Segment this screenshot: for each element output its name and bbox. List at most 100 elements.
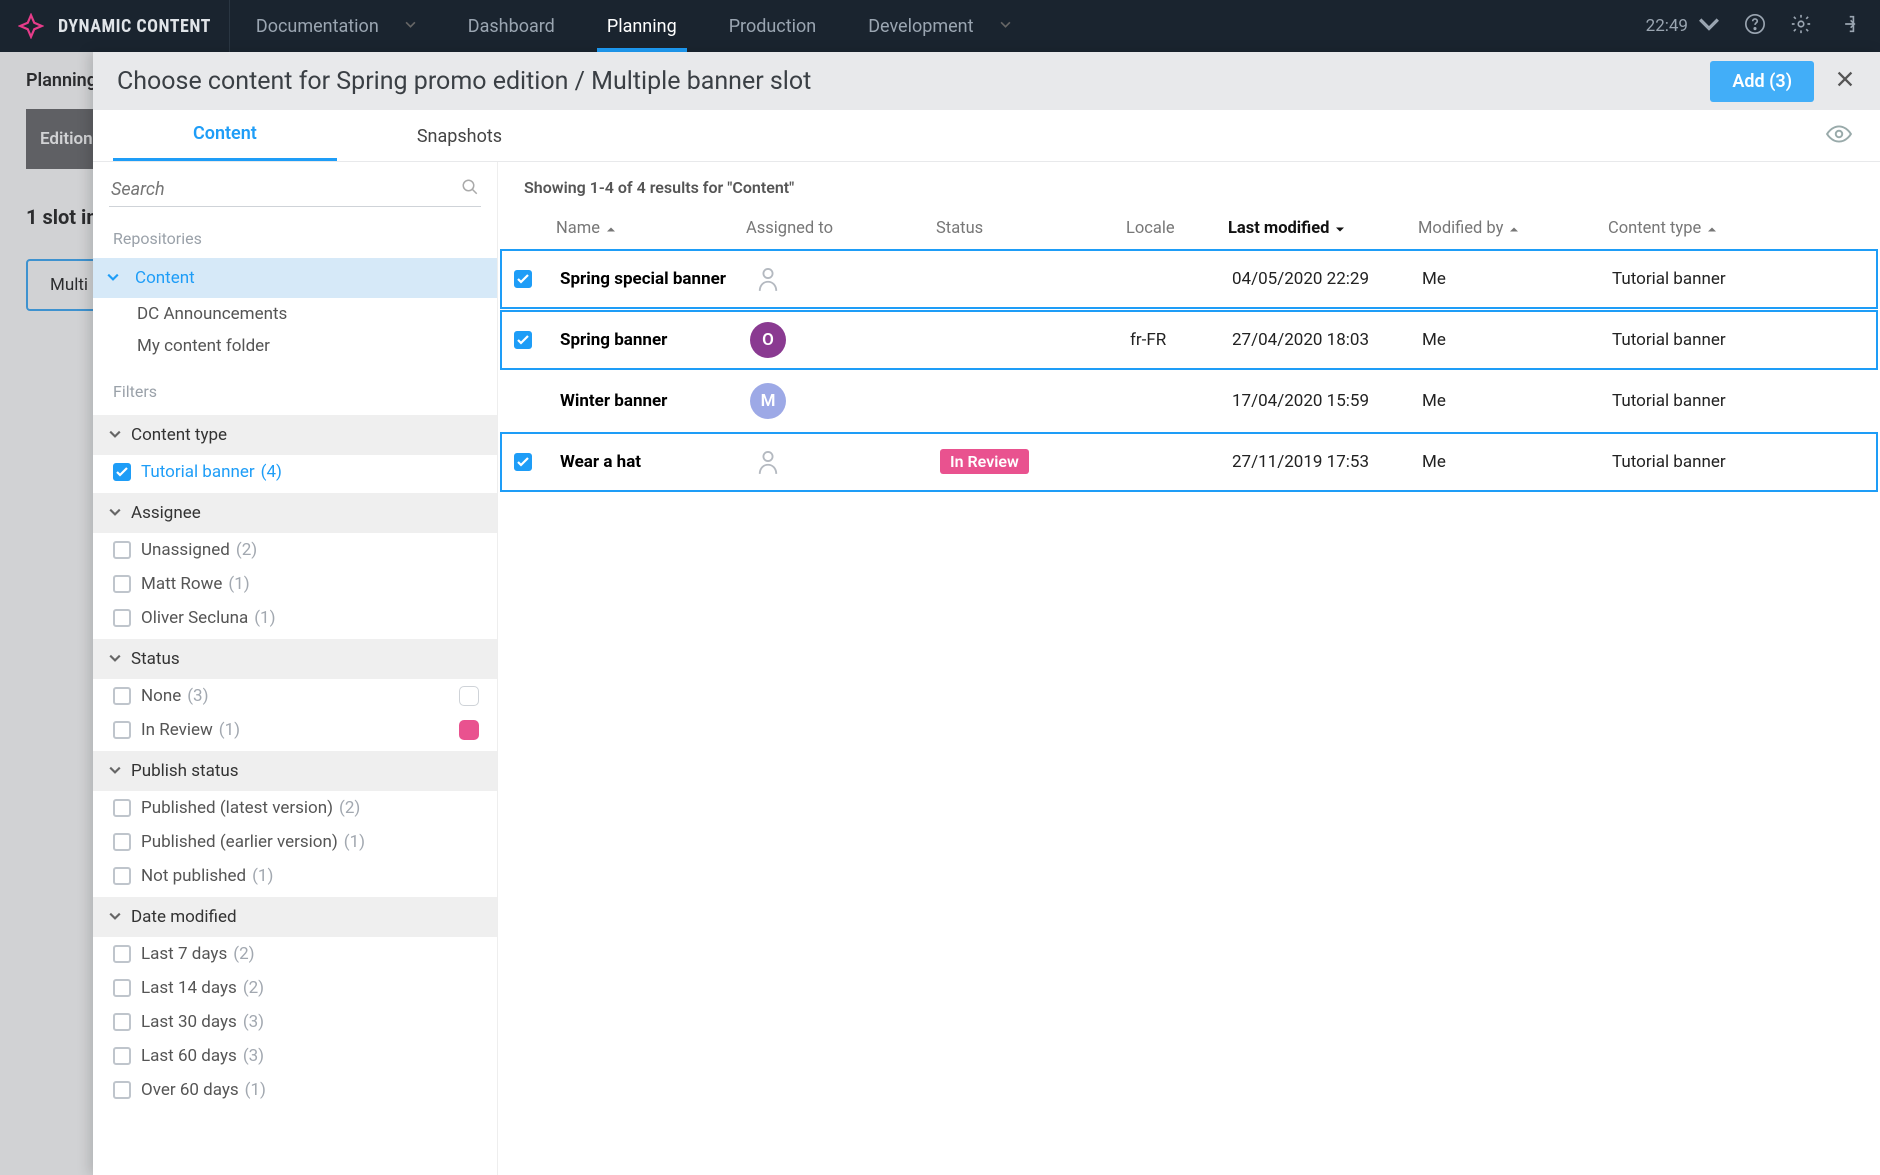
row-checkbox[interactable] [514,270,532,288]
table-row[interactable]: Winter bannerM17/04/2020 15:59MeTutorial… [500,371,1878,431]
nav-development[interactable]: Development [842,0,1036,52]
add-button[interactable]: Add (3) [1710,61,1814,102]
checkbox[interactable] [113,575,131,593]
checkbox[interactable] [113,687,131,705]
nav-planning[interactable]: Planning [581,0,703,52]
avatar: O [750,322,786,358]
col-assigned-to[interactable]: Assigned to [746,219,936,238]
filter-option[interactable]: Unassigned (2) [93,533,497,567]
tab-content[interactable]: Content [113,109,337,161]
nav-dashboard-label: Dashboard [468,16,555,37]
filter-option-count: (3) [187,686,208,706]
checkbox[interactable] [113,945,131,963]
filter-option[interactable]: Last 30 days(3) [93,1005,497,1039]
checkbox[interactable] [113,799,131,817]
checkbox[interactable] [113,541,131,559]
filter-option-label: Tutorial banner [141,462,255,482]
col-locale[interactable]: Locale [1126,219,1228,238]
table-row[interactable]: Spring special banner04/05/2020 22:29MeT… [500,249,1878,309]
chevron-down-icon [405,19,416,33]
main-nav: Documentation Dashboard Planning Product… [230,0,1037,52]
chevron-down-icon [109,425,131,445]
chevron-down-icon [109,649,131,669]
filter-option-label: Over 60 days [141,1080,239,1100]
row-checkbox[interactable] [514,453,532,471]
filter-option-count: (1) [344,832,365,852]
checkbox[interactable] [113,979,131,997]
filter-assignee[interactable]: Assignee [93,493,497,533]
filter-option-count: (1) [228,574,249,594]
col-status[interactable]: Status [936,219,1126,238]
filter-option[interactable]: Last 14 days(2) [93,971,497,1005]
filter-content-type[interactable]: Content type [93,415,497,455]
filter-option[interactable]: Last 7 days(2) [93,937,497,971]
filter-option-count: (2) [236,540,257,560]
filter-option[interactable]: Oliver Secluna(1) [93,601,497,635]
cell-name: Winter banner [560,391,750,411]
cell-locale: fr-FR [1130,330,1232,350]
filter-publish-status[interactable]: Publish status [93,751,497,791]
tab-snapshots[interactable]: Snapshots [337,112,582,161]
col-last-modified[interactable]: Last modified [1228,219,1418,238]
nav-documentation[interactable]: Documentation [230,0,442,52]
nav-development-label: Development [868,16,973,37]
filter-option-count: (3) [243,1046,264,1066]
topbar-right: 22:49 [1624,13,1880,40]
checkbox[interactable] [113,867,131,885]
checkbox[interactable] [113,1013,131,1031]
gear-icon[interactable] [1790,13,1812,39]
close-icon[interactable] [1834,68,1856,94]
filter-date-modified[interactable]: Date modified [93,897,497,937]
filter-option-count: (3) [243,1012,264,1032]
nav-production[interactable]: Production [703,0,843,52]
cell-last-modified: 27/11/2019 17:53 [1232,452,1422,472]
tree-content[interactable]: Content [93,258,497,298]
nav-production-label: Production [729,16,817,37]
col-name[interactable]: Name [556,219,746,238]
preview-icon[interactable] [1826,124,1852,148]
avatar: M [750,383,786,419]
search-input[interactable] [111,179,461,200]
table-row[interactable]: Spring bannerOfr-FR27/04/2020 18:03MeTut… [500,310,1878,370]
filter-option[interactable]: Over 60 days(1) [93,1073,497,1107]
checkbox[interactable] [113,1047,131,1065]
filter-option-label: Unassigned [141,540,230,560]
filter-option[interactable]: Tutorial banner(4) [93,455,497,489]
filter-option[interactable]: Published (latest version)(2) [93,791,497,825]
filter-option-label: In Review [141,720,213,740]
filter-option[interactable]: Not published(1) [93,859,497,893]
filters-label: Filters [93,362,497,411]
checkbox[interactable] [113,1081,131,1099]
filter-option[interactable]: Last 60 days(3) [93,1039,497,1073]
col-modified-by[interactable]: Modified by [1418,219,1608,238]
col-content-type[interactable]: Content type [1608,219,1870,238]
checkbox[interactable] [113,609,131,627]
cell-assigned-to: O [750,322,940,358]
row-checkbox[interactable] [514,331,532,349]
table-row[interactable]: Wear a hatIn Review27/11/2019 17:53MeTut… [500,432,1878,492]
chevron-down-icon [109,503,131,523]
help-icon[interactable] [1744,13,1766,39]
checkbox[interactable] [113,833,131,851]
checkbox[interactable] [113,721,131,739]
nav-dashboard[interactable]: Dashboard [442,0,581,52]
results-count: Showing 1-4 of 4 results for "Content" [498,178,1880,209]
chevron-down-icon [109,907,131,927]
filter-option[interactable]: Matt Rowe (1) [93,567,497,601]
filter-option[interactable]: In Review(1) [93,713,497,747]
col-locale-label: Locale [1126,219,1175,238]
cell-last-modified: 17/04/2020 15:59 [1232,391,1422,411]
content-chooser-modal: Choose content for Spring promo edition … [93,52,1880,1175]
filter-status[interactable]: Status [93,639,497,679]
filter-option-label: Published (latest version) [141,798,333,818]
filter-option-label: Matt Rowe [141,574,222,594]
checkbox[interactable] [113,463,131,481]
filter-option[interactable]: Published (earlier version)(1) [93,825,497,859]
filter-option-label: Not published [141,866,246,886]
logout-icon[interactable] [1836,13,1858,39]
clock[interactable]: 22:49 [1646,13,1720,40]
filter-publish-status-label: Publish status [131,761,239,781]
filter-option[interactable]: None(3) [93,679,497,713]
tree-dc-announcements[interactable]: DC Announcements [93,298,497,330]
tree-my-content-folder[interactable]: My content folder [93,330,497,362]
